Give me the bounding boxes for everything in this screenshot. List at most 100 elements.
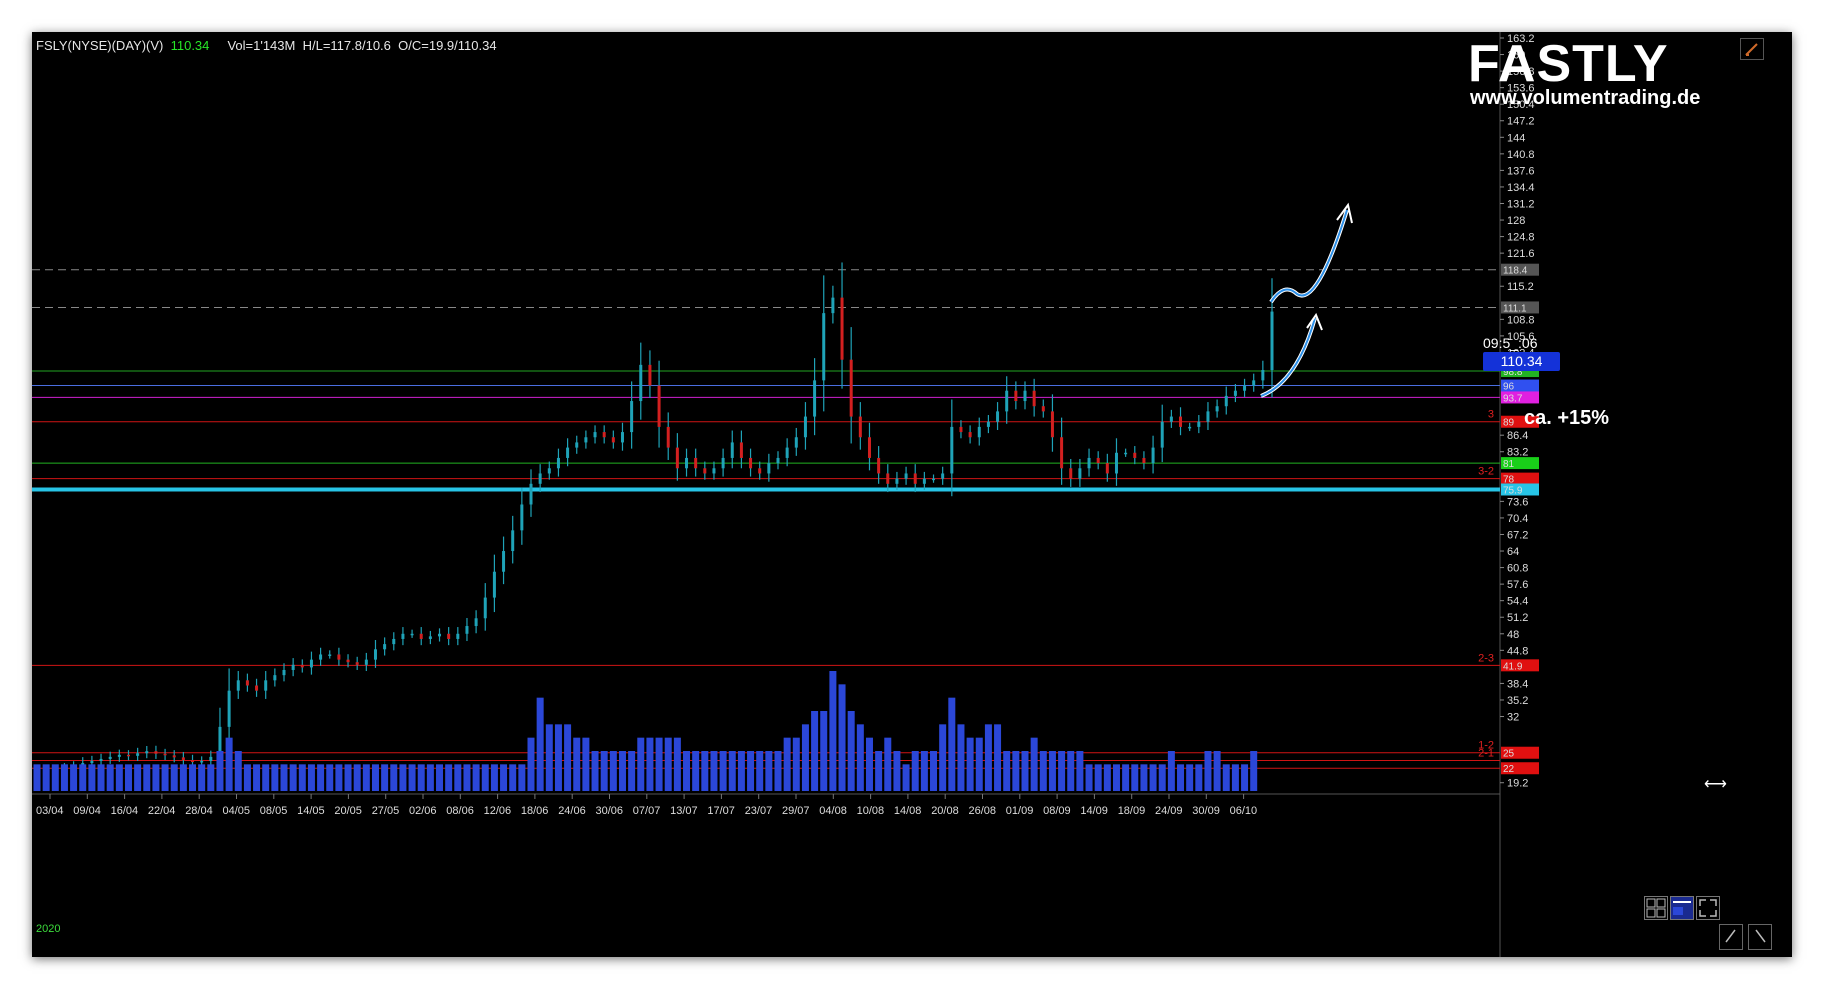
volume-bar [152, 764, 160, 791]
volume-bar [856, 724, 864, 791]
y-tick-label: 70.4 [1507, 513, 1528, 525]
candle-body [703, 468, 707, 474]
volume-bar [417, 764, 425, 791]
x-tick-label: 30/09 [1192, 805, 1220, 817]
volume-bar [591, 751, 599, 791]
level-tag-label: 41.9 [1503, 661, 1523, 672]
x-tick-label: 26/08 [969, 805, 997, 817]
candle-body [255, 685, 259, 691]
candle-body [749, 457, 753, 469]
volume-bar [719, 751, 727, 791]
candle-body [575, 442, 579, 448]
x-tick-label: 14/09 [1080, 805, 1108, 817]
candle-body [438, 633, 442, 637]
level-tag-label: 75.9 [1503, 485, 1523, 496]
volume-bar [143, 764, 151, 791]
pencil-icon[interactable] [1740, 38, 1764, 60]
candle-body [776, 457, 780, 464]
price-chart[interactable]: 118.4111.198.89693.789381783-275.941.92-… [32, 32, 1792, 957]
expand-icon[interactable] [1696, 896, 1720, 920]
y-tick-label: 73.6 [1507, 496, 1528, 508]
level-tag-label: 22 [1503, 764, 1515, 775]
candle-body [1169, 416, 1173, 422]
volume-bar [930, 751, 938, 791]
grid-layout-icon[interactable] [1644, 896, 1668, 920]
candle-body [840, 297, 844, 360]
volume-bar [893, 751, 901, 791]
chart-layout-icon[interactable] [1670, 896, 1694, 920]
volume-bar [1021, 751, 1029, 791]
volume-bar [353, 764, 361, 791]
volume-bar [1048, 751, 1056, 791]
volume-bar [1122, 764, 1130, 791]
volume-bar [371, 764, 379, 791]
scroll-left-icon[interactable] [1719, 924, 1743, 950]
last-price: 110.34 [170, 38, 210, 53]
resize-arrows-icon[interactable]: ⟷ [1704, 774, 1727, 794]
volume-bar [1103, 764, 1111, 791]
volume-bar [1131, 764, 1139, 791]
candle-body [556, 457, 560, 469]
candle-body [1124, 452, 1128, 455]
candle-body [1261, 370, 1265, 381]
candle-body [1096, 457, 1100, 464]
volume-bar [408, 764, 416, 791]
volume-bar [189, 764, 197, 791]
candle-body [154, 751, 158, 754]
candle-body [822, 313, 826, 381]
candle-body [858, 416, 862, 438]
candle-body [282, 669, 286, 676]
candle-body [803, 416, 807, 438]
x-tick-label: 04/08 [819, 805, 847, 817]
x-tick-label: 16/04 [111, 805, 139, 817]
candle-body [465, 626, 469, 634]
volume-bar [628, 751, 636, 791]
volume-bar [801, 724, 809, 791]
x-tick-label: 08/09 [1043, 805, 1071, 817]
volume-bar [948, 697, 956, 791]
volume-bar [426, 764, 434, 791]
volume-bar [463, 764, 471, 791]
volume-bar [326, 764, 334, 791]
open-close-stat: O/C=19.9/110.34 [398, 38, 497, 53]
candle-body [602, 432, 606, 438]
level-side-label: 2-1 [1478, 747, 1494, 759]
scroll-right-icon[interactable] [1748, 924, 1772, 950]
volume-bar [124, 764, 132, 791]
candle-body [1060, 437, 1064, 469]
x-tick-label: 08/06 [446, 805, 474, 817]
candle-body [986, 421, 990, 427]
volume-bar [381, 764, 389, 791]
volume-bar [655, 737, 663, 791]
x-tick-label: 14/08 [894, 805, 922, 817]
y-tick-label: 134.4 [1507, 182, 1535, 194]
volume-bar [79, 764, 87, 791]
volume-bar [692, 751, 700, 791]
volume-bar [207, 764, 215, 791]
x-tick-label: 18/06 [521, 805, 549, 817]
candle-body [1069, 468, 1073, 479]
candle-body [1078, 468, 1082, 479]
x-tick-label: 09/04 [73, 805, 101, 817]
y-tick-label: 115.2 [1507, 281, 1534, 293]
candle-body [730, 442, 734, 458]
candle-body [319, 654, 323, 660]
candle-body [163, 753, 167, 756]
level-tag-label: 89 [1503, 418, 1515, 429]
candle-body [1050, 411, 1054, 438]
volume-bar [774, 751, 782, 791]
volume-bar [70, 764, 78, 791]
chart-header: FSLY(NYSE)(DAY)(V) 110.34 Vol=1'143M H/L… [36, 38, 497, 53]
x-tick-label: 24/06 [558, 805, 586, 817]
volume-bar [884, 737, 892, 791]
x-tick-label: 22/04 [148, 805, 176, 817]
volume-bar [975, 737, 983, 791]
volume-bar [829, 671, 837, 791]
candle-body [758, 468, 762, 474]
y-tick-label: 38.4 [1507, 678, 1528, 690]
candle-body [932, 478, 936, 481]
candle-body [922, 478, 926, 484]
candle-body [502, 551, 506, 572]
candle-body [904, 473, 908, 479]
candle-body [941, 473, 945, 479]
